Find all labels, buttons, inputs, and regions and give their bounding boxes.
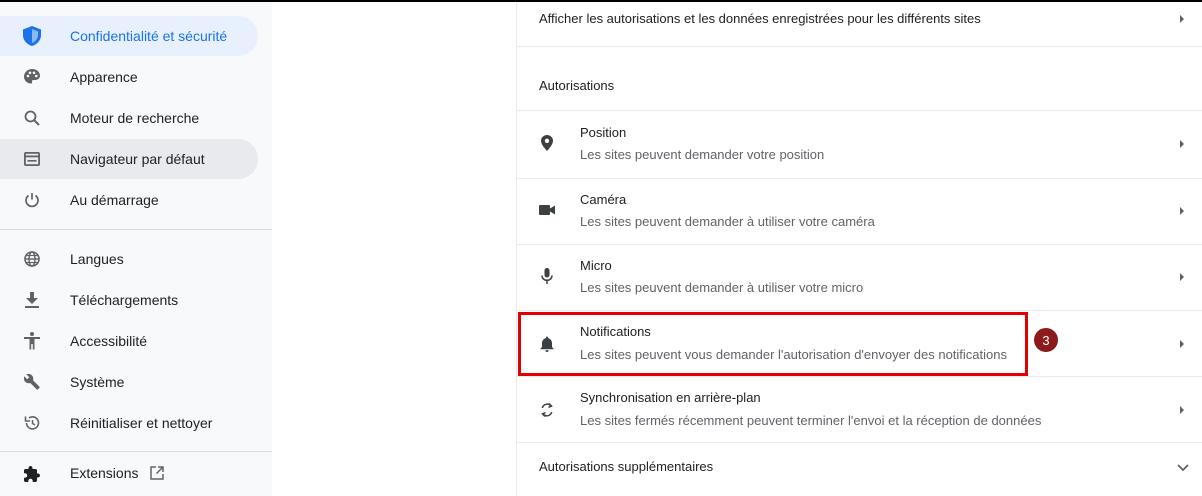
sidebar-item-system[interactable]: Système	[0, 362, 258, 402]
permission-subtitle: Les sites peuvent demander votre positio…	[580, 147, 825, 162]
palette-icon	[22, 67, 42, 87]
browser-icon	[22, 149, 42, 169]
site-settings-card: Afficher les autorisations et les donnée…	[516, 2, 1202, 496]
sidebar-item-label: Système	[70, 374, 125, 390]
download-icon	[22, 290, 42, 310]
sidebar-item-languages[interactable]: Langues	[0, 239, 258, 279]
sidebar-item-privacy-security[interactable]: Confidentialité et sécurité	[0, 16, 258, 56]
open-in-new-icon[interactable]	[150, 466, 165, 483]
restore-icon	[22, 413, 42, 433]
step-badge: 3	[1034, 328, 1058, 352]
chevron-right-icon	[1180, 273, 1184, 281]
sidebar-item-search-engine[interactable]: Moteur de recherche	[0, 98, 258, 138]
sidebar-item-label: Apparence	[70, 69, 138, 85]
permission-row-microphone[interactable]: Micro Les sites peuvent demander à utili…	[517, 244, 1202, 311]
sidebar-item-default-browser[interactable]: Navigateur par défaut	[0, 139, 258, 179]
view-permissions-data-row[interactable]: Afficher les autorisations et les donnée…	[517, 2, 1202, 47]
additional-permissions-row[interactable]: Autorisations supplémentaires	[517, 442, 1202, 496]
view-permissions-label: Afficher les autorisations et les donnée…	[539, 11, 981, 26]
permission-title: Micro	[580, 258, 612, 273]
settings-sidebar: Confidentialité et sécurité Apparence Mo…	[0, 2, 272, 496]
sidebar-divider	[0, 229, 272, 230]
chevron-right-icon	[1180, 340, 1184, 348]
sync-icon	[537, 400, 557, 420]
sidebar-divider	[0, 451, 272, 452]
sidebar-item-label: Confidentialité et sécurité	[70, 28, 228, 44]
permission-subtitle: Les sites peuvent demander à utiliser vo…	[580, 214, 875, 229]
additional-permissions-label: Autorisations supplémentaires	[539, 459, 714, 474]
settings-main: Afficher les autorisations et les donnée…	[272, 2, 1202, 496]
power-icon	[22, 190, 42, 210]
extensions-label: Extensions	[70, 465, 139, 482]
shield-icon	[22, 26, 42, 46]
location-pin-icon	[537, 133, 557, 153]
sidebar-item-downloads[interactable]: Téléchargements	[0, 280, 258, 320]
permission-title: Caméra	[580, 192, 627, 207]
permission-title: Synchronisation en arrière-plan	[580, 390, 761, 405]
settings-page: Confidentialité et sécurité Apparence Mo…	[0, 0, 1202, 496]
sidebar-item-label: Navigateur par défaut	[70, 151, 205, 167]
sidebar-item-label: Extensions	[70, 465, 165, 483]
sidebar-item-label: Téléchargements	[70, 292, 179, 308]
sidebar-item-label: Moteur de recherche	[70, 110, 200, 126]
chevron-right-icon	[1180, 140, 1184, 148]
sidebar-item-accessibility[interactable]: Accessibilité	[0, 321, 258, 361]
sidebar-item-reset-cleanup[interactable]: Réinitialiser et nettoyer	[0, 403, 258, 443]
chevron-right-icon	[1180, 207, 1184, 215]
chevron-right-icon	[1180, 15, 1184, 23]
accessibility-icon	[22, 331, 42, 351]
chevron-down-icon[interactable]	[1177, 464, 1189, 472]
microphone-icon	[537, 266, 557, 286]
chevron-right-icon	[1180, 406, 1184, 414]
sidebar-item-appearance[interactable]: Apparence	[0, 57, 258, 97]
permission-title: Position	[580, 125, 627, 140]
notifications-highlight-box	[518, 312, 1028, 376]
camera-icon	[537, 200, 557, 220]
permission-row-camera[interactable]: Caméra Les sites peuvent demander à util…	[517, 178, 1202, 245]
sidebar-item-label: Au démarrage	[70, 192, 159, 208]
permission-subtitle: Les sites fermés récemment peuvent termi…	[580, 413, 1042, 428]
globe-icon	[22, 249, 42, 269]
sidebar-item-label: Langues	[70, 251, 124, 267]
section-title-permissions: Autorisations	[539, 78, 615, 93]
sidebar-item-label: Réinitialiser et nettoyer	[70, 415, 213, 431]
sidebar-item-label: Accessibilité	[70, 333, 148, 349]
search-icon	[22, 108, 42, 128]
sidebar-item-on-startup[interactable]: Au démarrage	[0, 180, 258, 220]
permission-subtitle: Les sites peuvent demander à utiliser vo…	[580, 280, 864, 295]
permission-row-background-sync[interactable]: Synchronisation en arrière-plan Les site…	[517, 376, 1202, 443]
sidebar-item-extensions[interactable]: Extensions	[0, 454, 258, 494]
puzzle-icon	[22, 464, 42, 484]
wrench-icon	[22, 372, 42, 392]
permission-row-location[interactable]: Position Les sites peuvent demander votr…	[517, 111, 1202, 179]
